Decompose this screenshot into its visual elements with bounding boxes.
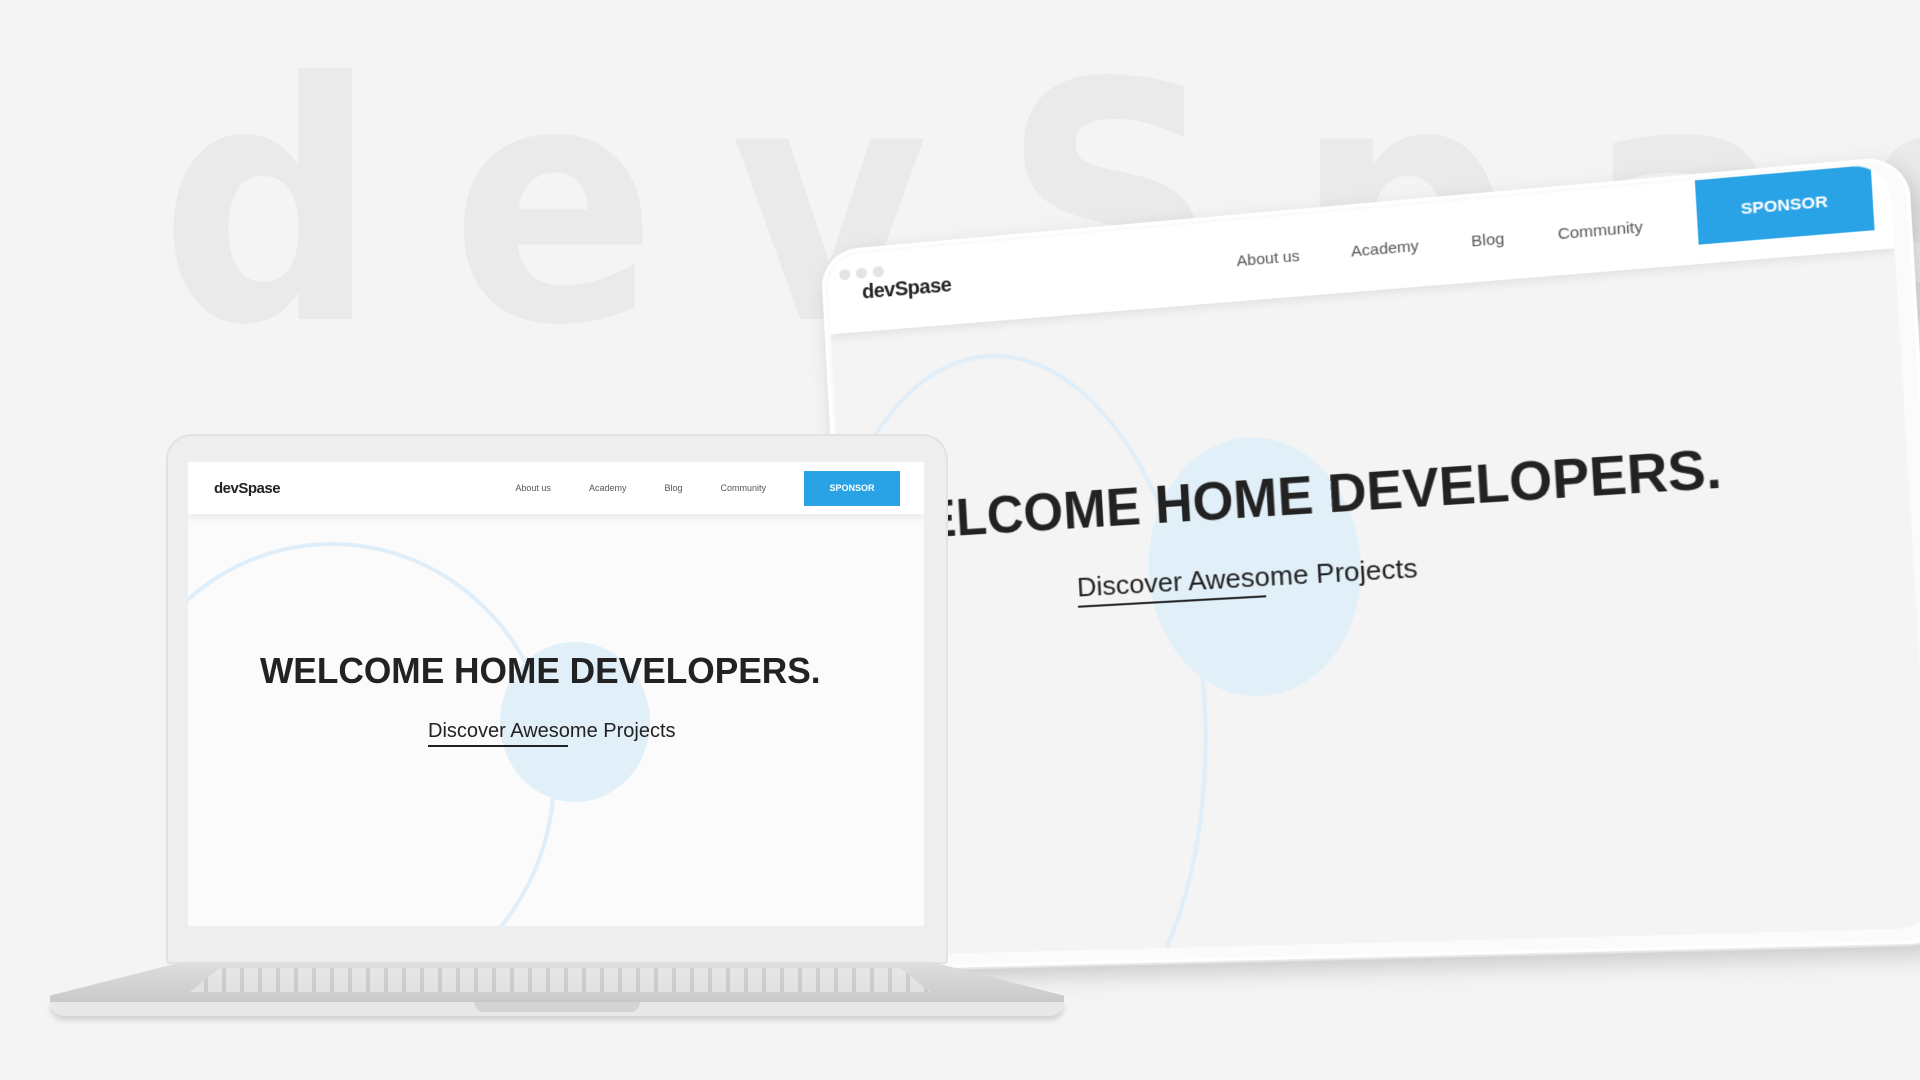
subtitle-underline [428, 745, 568, 747]
nav-link-blog[interactable]: Blog [1471, 229, 1505, 250]
hero-title: WELCOME HOME DEVELOPERS. [260, 650, 821, 692]
laptop-lid: devSpase About us Academy Blog Community… [166, 434, 948, 964]
hero-subtitle[interactable]: Discover Awesome Projects [428, 720, 676, 743]
laptop-navbar: devSpase About us Academy Blog Community… [188, 462, 924, 514]
nav-link-blog[interactable]: Blog [664, 483, 682, 493]
nav-links: About us Academy Blog Community SPONSOR [515, 471, 924, 506]
window-dot-icon [856, 267, 867, 279]
sponsor-button[interactable]: SPONSOR [804, 471, 900, 506]
laptop-website: devSpase About us Academy Blog Community… [188, 462, 924, 926]
laptop-screen: devSpase About us Academy Blog Community… [188, 462, 924, 926]
nav-link-community[interactable]: Community [1557, 218, 1643, 243]
nav-link-about-us[interactable]: About us [515, 483, 551, 493]
tablet-website: devSpase About us Academy Blog Community… [826, 163, 1920, 956]
nav-link-academy[interactable]: Academy [589, 483, 627, 493]
laptop-opening-notch [474, 1002, 640, 1012]
site-logo[interactable]: devSpase [861, 274, 951, 305]
tablet-screen: devSpase About us Academy Blog Community… [826, 163, 1920, 956]
window-dot-icon [839, 269, 850, 281]
tablet-mockup: devSpase About us Academy Blog Community… [820, 155, 1920, 970]
hero-subtitle-text: Discover Awesome Projects [428, 720, 676, 742]
window-dots [839, 266, 884, 281]
window-dot-icon [873, 266, 885, 278]
nav-link-community[interactable]: Community [720, 483, 766, 493]
keyboard-keys [190, 968, 930, 992]
site-logo[interactable]: devSpase [214, 480, 280, 497]
nav-link-academy[interactable]: Academy [1351, 237, 1420, 260]
laptop-base [50, 962, 1064, 1028]
nav-link-about-us[interactable]: About us [1236, 247, 1300, 270]
